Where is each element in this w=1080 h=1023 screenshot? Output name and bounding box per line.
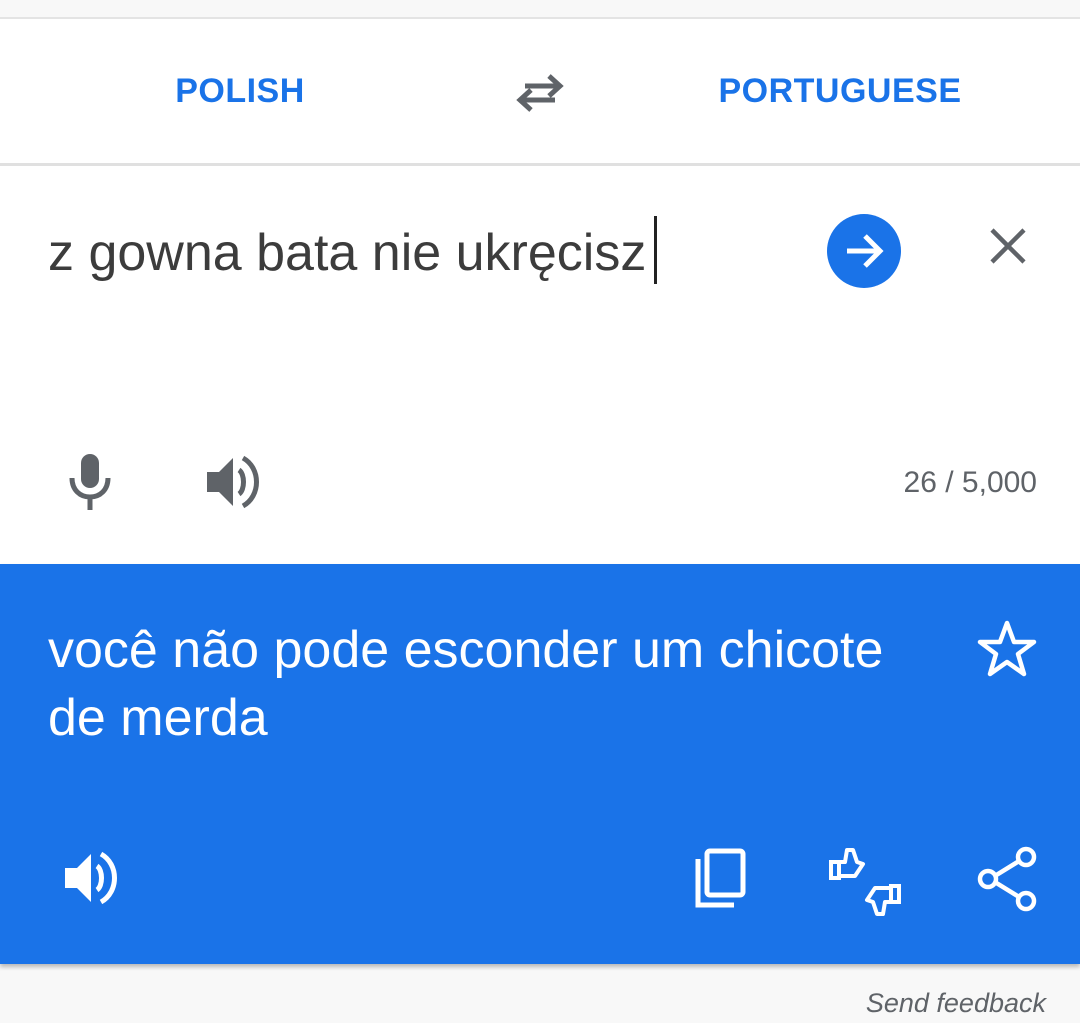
top-separator	[0, 0, 1080, 19]
swap-arrows-icon	[516, 74, 564, 112]
send-feedback-link[interactable]: Send feedback	[866, 988, 1046, 1019]
rate-translation-button[interactable]	[824, 844, 906, 920]
input-panel: z gowna bata nie ukręcisz 26 / 5,000	[0, 166, 1080, 564]
character-count: 26 / 5,000	[903, 466, 1037, 499]
translate-button[interactable]	[827, 214, 901, 288]
listen-translation-button[interactable]	[58, 846, 124, 910]
target-language-button[interactable]: PORTUGUESE	[690, 19, 990, 163]
translation-panel: você não pode esconder um chicote de mer…	[0, 564, 1080, 964]
source-text-input[interactable]: z gowna bata nie ukręcisz	[48, 216, 658, 285]
clear-input-button[interactable]	[980, 218, 1036, 274]
close-icon	[990, 228, 1026, 264]
voice-input-button[interactable]	[60, 450, 120, 514]
arrow-right-icon	[847, 234, 884, 268]
language-bar: POLISH PORTUGUESE	[0, 19, 1080, 163]
text-caret	[654, 216, 658, 284]
copy-translation-button[interactable]	[688, 846, 752, 912]
source-text: z gowna bata nie ukręcisz	[48, 224, 647, 282]
star-icon	[977, 620, 1037, 677]
translated-text: você não pode esconder um chicote de mer…	[48, 621, 884, 747]
copy-icon	[695, 848, 746, 908]
save-translation-button[interactable]	[974, 616, 1040, 682]
share-translation-button[interactable]	[974, 844, 1042, 914]
speaker-icon	[65, 851, 117, 905]
listen-source-button[interactable]	[200, 450, 266, 514]
share-icon	[977, 846, 1037, 912]
microphone-icon	[69, 454, 111, 510]
thumbs-rating-icon	[829, 848, 901, 916]
source-language-button[interactable]: POLISH	[90, 19, 390, 163]
speaker-icon	[207, 455, 259, 509]
swap-languages-button[interactable]	[508, 64, 572, 120]
